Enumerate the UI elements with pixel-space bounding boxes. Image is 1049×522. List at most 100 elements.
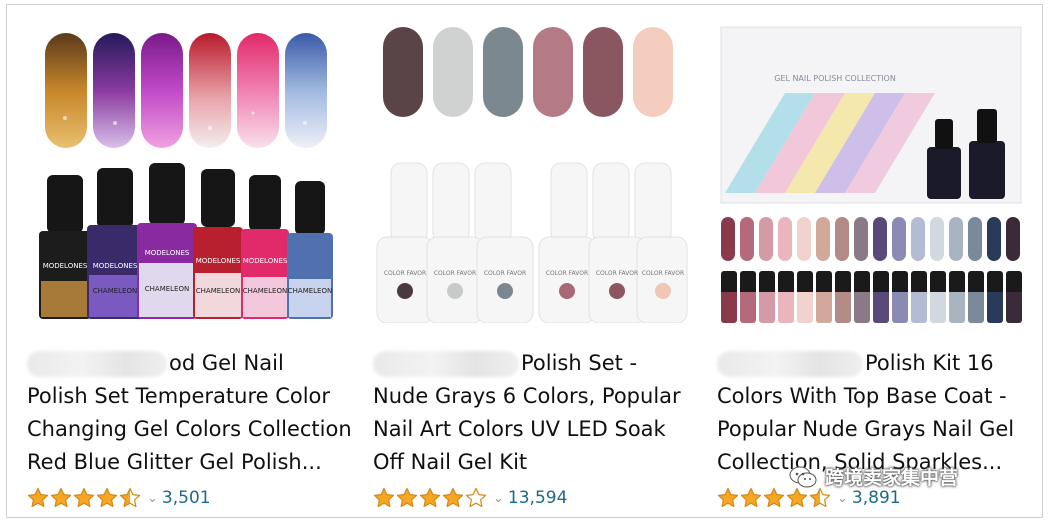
- title-line: Polish Set -: [373, 347, 703, 380]
- swatch-nail: [892, 217, 906, 261]
- swatch-bottle: [740, 271, 756, 323]
- star-rating[interactable]: [27, 487, 141, 509]
- product-card: MODELONES MODELONES MODELONES MODELONES …: [25, 23, 355, 513]
- svg-text:COLOR FAVOR: COLOR FAVOR: [546, 270, 588, 277]
- star-icon: [373, 487, 395, 508]
- swatch-nail: [721, 217, 735, 261]
- redacted-text: [27, 351, 167, 377]
- swatch-nail: [759, 217, 773, 261]
- swatch-nail: [740, 217, 754, 261]
- swatch-nail: [854, 217, 868, 261]
- star-icon: [717, 487, 739, 508]
- redacted-text: [373, 351, 519, 377]
- star-rating[interactable]: [717, 487, 831, 509]
- title-text: Polish Set -: [521, 351, 638, 375]
- swatch-nail: [873, 217, 887, 261]
- svg-text:COLOR FAVOR: COLOR FAVOR: [484, 270, 526, 277]
- star-icon: [740, 487, 762, 508]
- svg-text:CHAMELEON: CHAMELEON: [288, 287, 332, 295]
- star-icon: [96, 487, 118, 508]
- title-line: Nail Art Colors UV LED Soak: [373, 417, 666, 441]
- chevron-down-icon[interactable]: ⌄: [837, 491, 848, 506]
- swatch-nail: [949, 217, 963, 261]
- swatch-bottle: [854, 271, 870, 323]
- star-icon: [27, 487, 49, 508]
- swatch-bottle: [816, 271, 832, 323]
- swatch-nail: [835, 217, 849, 261]
- watermark: 跨境卖家集中营: [789, 463, 958, 490]
- product-card: GEL NAIL POLISH COLLECTION Polish Kit 16…: [715, 23, 1045, 513]
- star-icon: [50, 487, 72, 508]
- product-image[interactable]: GEL NAIL POLISH COLLECTION: [715, 23, 1033, 323]
- title-line: od Gel Nail: [27, 347, 357, 380]
- svg-text:MODELONES: MODELONES: [43, 262, 88, 270]
- title-line: Colors With Top Base Coat -: [717, 384, 1007, 408]
- rating-count-link[interactable]: 3,891: [852, 488, 901, 508]
- product-title[interactable]: Polish Kit 16 Colors With Top Base Coat …: [717, 347, 1047, 479]
- star-icon: [119, 487, 141, 508]
- swatch-nail: [797, 217, 811, 261]
- star-icon: [73, 487, 95, 508]
- title-text: od Gel Nail: [169, 351, 284, 375]
- svg-text:COLOR FAVOR: COLOR FAVOR: [642, 270, 684, 277]
- rating-count-link[interactable]: 3,501: [162, 488, 211, 508]
- rating-row: ⌄ 3,501: [27, 485, 211, 511]
- box-title-text: GEL NAIL POLISH COLLECTION: [774, 74, 896, 83]
- swatch-nail: [987, 217, 1001, 261]
- svg-text:MODELONES: MODELONES: [243, 257, 288, 265]
- swatch-nail: [968, 217, 982, 261]
- swatch-nail: [911, 217, 925, 261]
- star-icon: [786, 487, 808, 508]
- product-image[interactable]: MODELONES MODELONES MODELONES MODELONES …: [25, 23, 343, 323]
- swatch-nail: [1006, 217, 1020, 261]
- svg-text:COLOR FAVOR: COLOR FAVOR: [596, 270, 638, 277]
- swatch-bottle: [930, 271, 946, 323]
- svg-text:MODELONES: MODELONES: [93, 262, 138, 270]
- swatch-bottle: [987, 271, 1003, 323]
- star-icon: [396, 487, 418, 508]
- svg-text:CHAMELEON: CHAMELEON: [196, 287, 240, 295]
- title-line: Popular Nude Grays Nail Gel: [717, 417, 1015, 441]
- swatch-bottle: [1006, 271, 1022, 323]
- chevron-down-icon[interactable]: ⌄: [493, 491, 504, 506]
- star-icon: [763, 487, 785, 508]
- product-title[interactable]: Polish Set - Nude Grays 6 Colors, Popula…: [373, 347, 703, 479]
- star-rating[interactable]: [373, 487, 487, 509]
- chevron-down-icon[interactable]: ⌄: [147, 491, 158, 506]
- product-title[interactable]: od Gel Nail Polish Set Temperature Color…: [27, 347, 357, 479]
- product-grid: MODELONES MODELONES MODELONES MODELONES …: [6, 4, 1043, 518]
- swatch-bottle: [778, 271, 794, 323]
- title-line: Nude Grays 6 Colors, Popular: [373, 384, 681, 408]
- rating-count-link[interactable]: 13,594: [508, 488, 567, 508]
- title-line: Off Nail Gel Kit: [373, 450, 528, 474]
- swatch-bottle: [873, 271, 889, 323]
- svg-text:CHAMELEON: CHAMELEON: [243, 287, 287, 295]
- swatch-bottle: [949, 271, 965, 323]
- swatch-nail: [930, 217, 944, 261]
- star-icon: [442, 487, 464, 508]
- svg-text:MODELONES: MODELONES: [196, 257, 241, 265]
- rating-row: ⌄ 13,594: [373, 485, 567, 511]
- star-icon: [419, 487, 441, 508]
- watermark-text: 跨境卖家集中营: [825, 467, 959, 489]
- swatch-bottle: [968, 271, 984, 323]
- chameleon-gel-polish-image: MODELONES MODELONES MODELONES MODELONES …: [39, 33, 333, 319]
- swatch-bottle: [835, 271, 851, 323]
- product-image[interactable]: COLOR FAVOR COLOR FAVOR COLOR FAVOR COLO…: [371, 23, 689, 323]
- title-line: Polish Kit 16: [717, 347, 1047, 380]
- star-icon: [465, 487, 487, 508]
- title-line: Changing Gel Colors Collection: [27, 417, 352, 441]
- title-text: Polish Kit 16: [865, 351, 994, 375]
- redacted-text: [717, 351, 863, 377]
- swatch-grid: [721, 217, 1027, 323]
- swatch-nail: [778, 217, 792, 261]
- swatch-nail: [816, 217, 830, 261]
- star-icon: [809, 487, 831, 508]
- wechat-icon: [789, 466, 817, 487]
- swatch-bottle: [892, 271, 908, 323]
- svg-text:COLOR FAVOR: COLOR FAVOR: [434, 270, 476, 277]
- swatch-bottle: [797, 271, 813, 323]
- title-line: Red Blue Glitter Gel Polish...: [27, 450, 322, 474]
- nude-grays-gel-polish-image: COLOR FAVOR COLOR FAVOR COLOR FAVOR COLO…: [376, 27, 688, 323]
- svg-text:CHAMELEON: CHAMELEON: [145, 285, 189, 293]
